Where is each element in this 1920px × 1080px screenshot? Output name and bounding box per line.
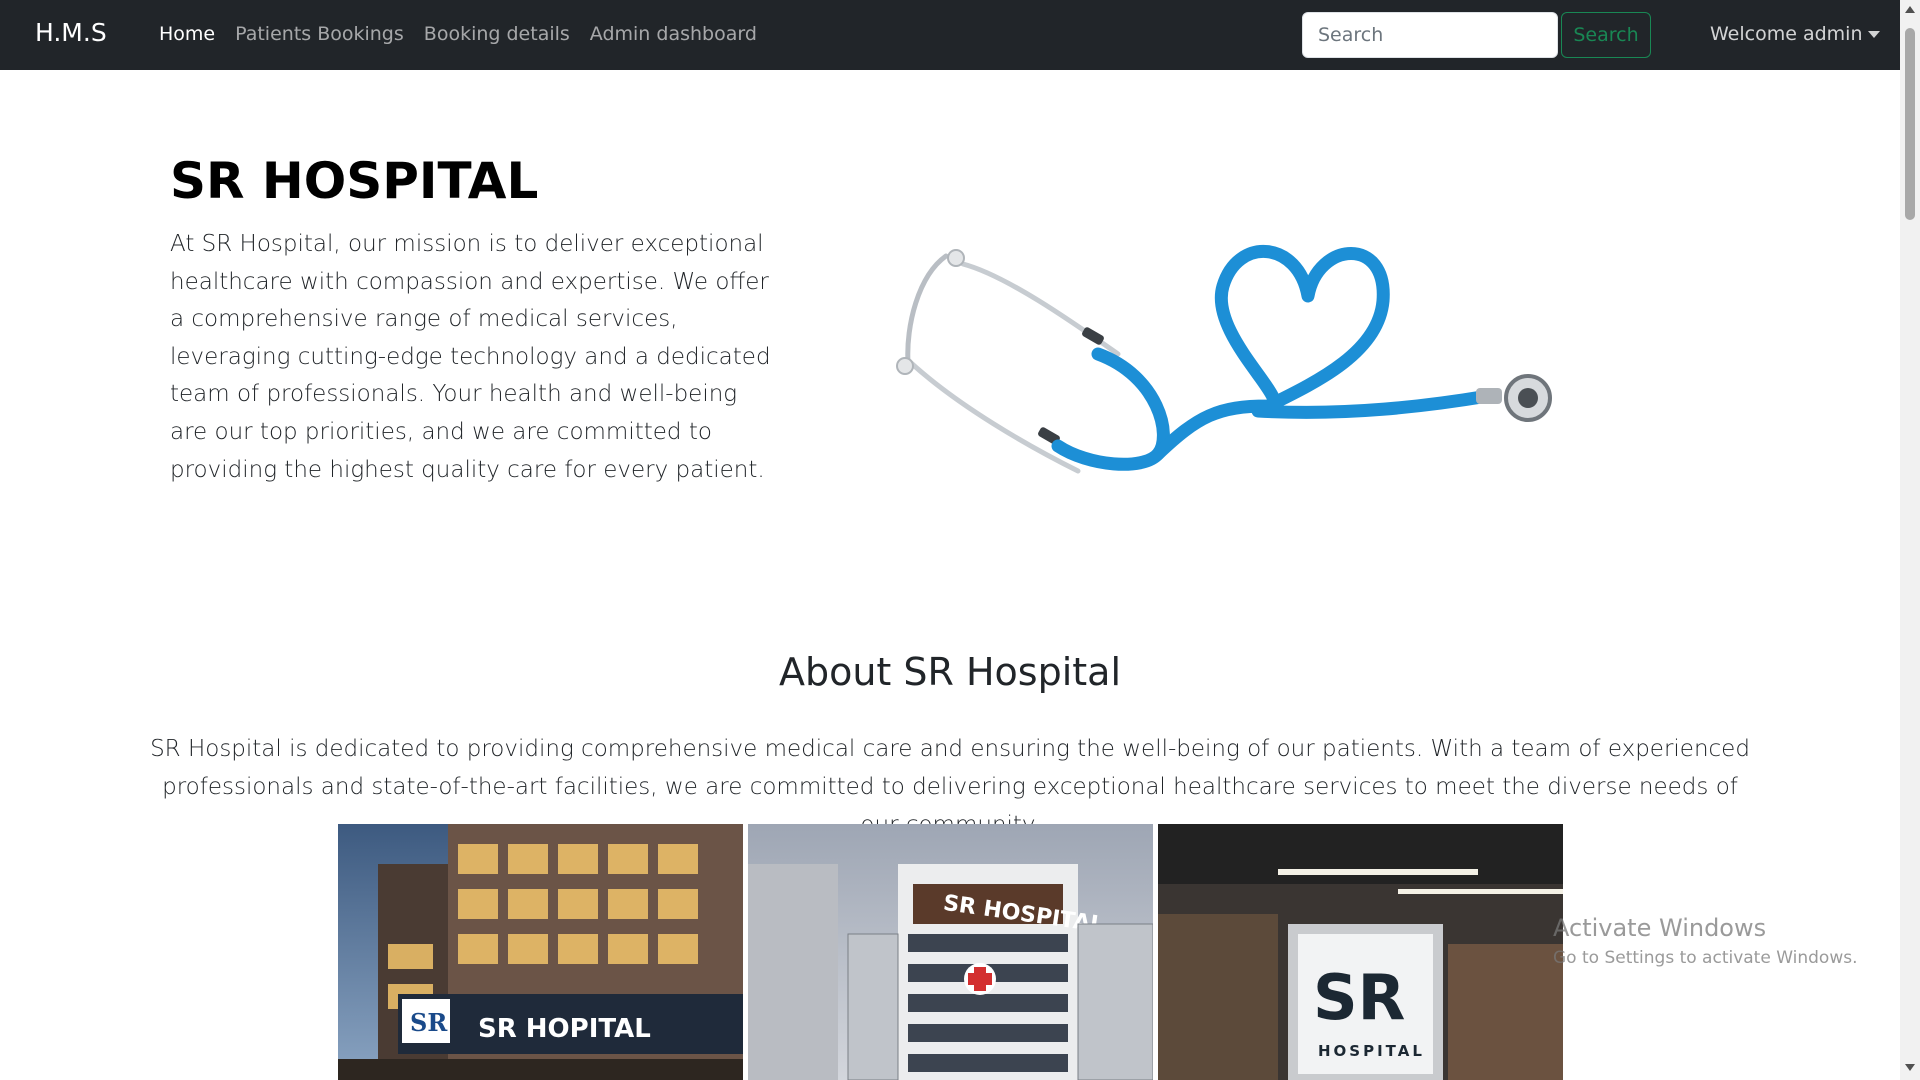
watermark-title: Activate Windows xyxy=(1553,914,1767,942)
hospital-gallery: SR SR HOPITAL SR HOSPITAL SR HOSPITAL xyxy=(338,824,1563,1080)
nav-link-home[interactable]: Home xyxy=(159,23,215,45)
user-dropdown[interactable]: Welcome admin xyxy=(1710,23,1881,45)
caret-down-icon xyxy=(1868,30,1881,38)
hospital-building-photo-1: SR SR HOPITAL xyxy=(338,824,743,1080)
photo1-logo: SR xyxy=(410,1008,448,1037)
search-button[interactable]: Search xyxy=(1561,12,1651,58)
hero-description: At SR Hospital, our mission is to delive… xyxy=(170,231,771,483)
windows-activation-watermark: Activate Windows Go to Settings to activ… xyxy=(1553,914,1858,968)
watermark-subtitle: Go to Settings to activate Windows. xyxy=(1553,948,1858,968)
nav-link-admin-dashboard[interactable]: Admin dashboard xyxy=(590,23,757,45)
nav-links: Home Patients Bookings Booking details A… xyxy=(159,23,757,45)
photo3-logo: SR xyxy=(1313,961,1405,1034)
hospital-lobby-photo-3: SR HOSPITAL xyxy=(1158,824,1563,1080)
brand-logo[interactable]: H.M.S xyxy=(35,18,107,47)
search-input[interactable] xyxy=(1302,12,1558,58)
hospital-building-photo-2: SR HOSPITAL xyxy=(748,824,1153,1080)
top-navbar: H.M.S Home Patients Bookings Booking det… xyxy=(0,0,1900,70)
photo1-sign: SR HOPITAL xyxy=(478,1014,651,1044)
nav-link-patients-bookings[interactable]: Patients Bookings xyxy=(235,23,404,45)
stethoscope-heart-icon xyxy=(828,86,1618,596)
about-title: About SR Hospital xyxy=(778,650,1122,694)
scroll-up-arrow-icon[interactable] xyxy=(1905,6,1915,13)
scroll-down-arrow-icon[interactable] xyxy=(1905,1064,1915,1071)
photo3-sub: HOSPITAL xyxy=(1318,1042,1425,1060)
page-scrollbar[interactable] xyxy=(1900,0,1920,1080)
nav-link-booking-details[interactable]: Booking details xyxy=(424,23,570,45)
hero-title: SR HOSPITAL xyxy=(170,152,539,210)
scroll-thumb[interactable] xyxy=(1905,28,1915,220)
user-dropdown-label: Welcome admin xyxy=(1710,23,1863,45)
